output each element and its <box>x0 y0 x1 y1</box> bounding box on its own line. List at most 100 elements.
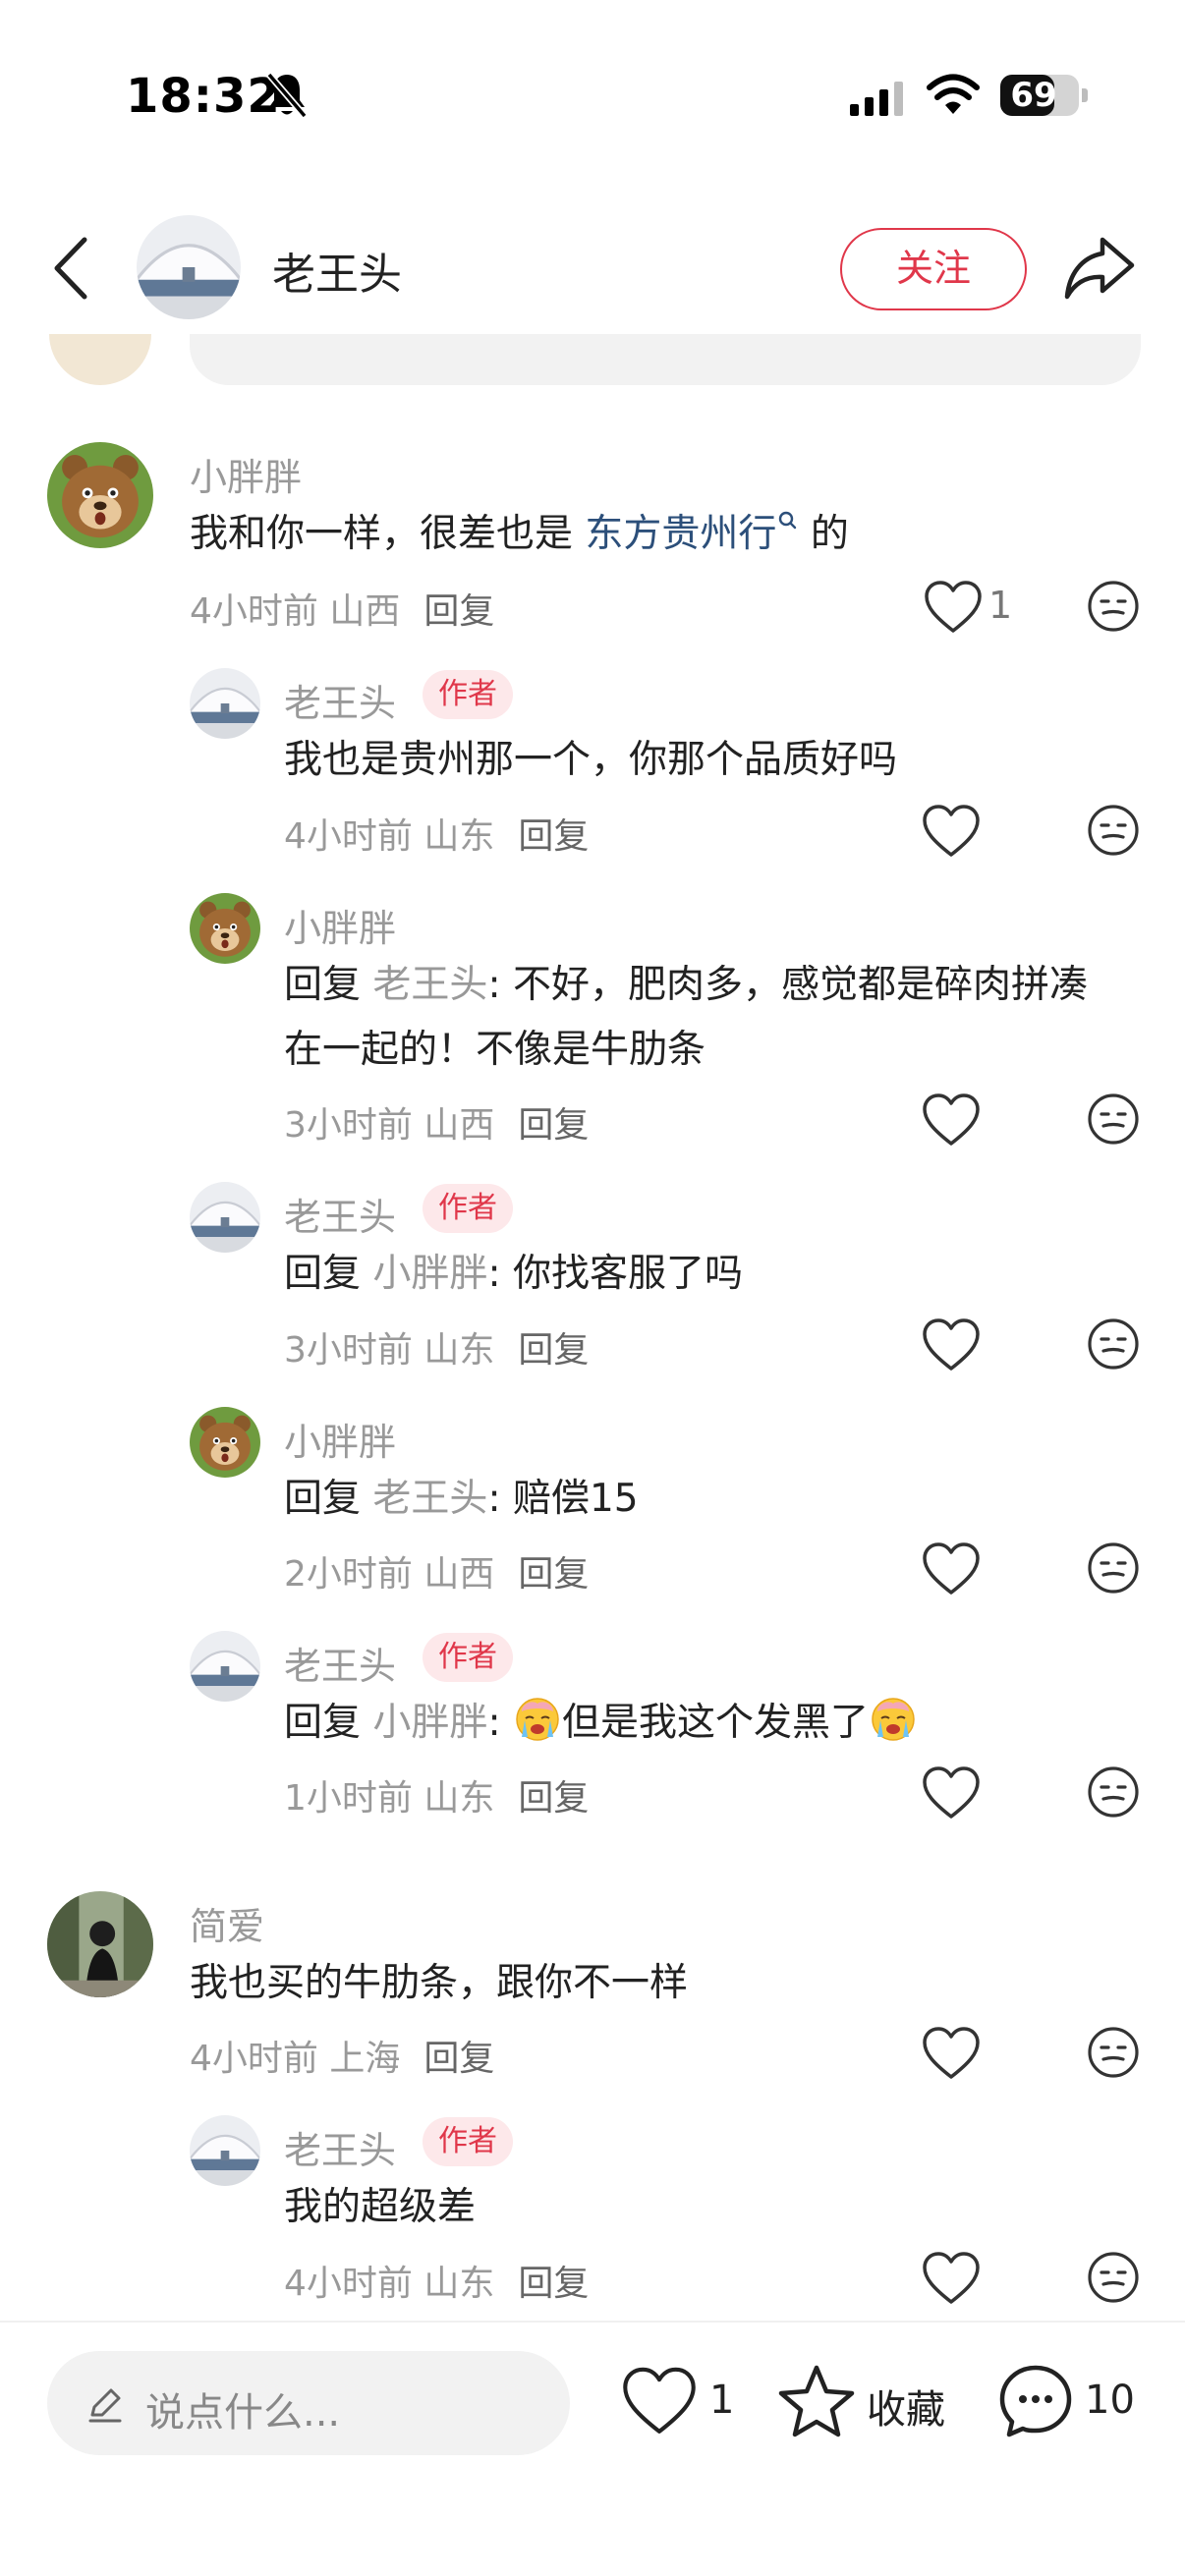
comment-text: 我和你一样，很差也是 东方贵州行 的 <box>190 502 849 567</box>
reply-to-user[interactable]: 老王头 <box>372 963 487 1007</box>
author-badge: 作者 <box>423 670 513 719</box>
emoji-icon[interactable] <box>1087 1765 1140 1819</box>
comment-text: 我也买的牛肋条，跟你不一样 <box>190 1961 689 2005</box>
star-icon[interactable] <box>777 2363 856 2439</box>
emoji-icon[interactable] <box>1087 804 1140 857</box>
emoji-icon[interactable] <box>1087 1317 1140 1371</box>
reply-username[interactable]: 老王头 <box>284 2120 396 2174</box>
emoji-icon[interactable] <box>1087 580 1140 633</box>
battery-level: 69 <box>1010 76 1057 115</box>
reply-button[interactable]: 回复 <box>518 1554 589 1595</box>
author-name[interactable]: 老王头 <box>272 239 402 302</box>
pencil-icon <box>88 2388 122 2423</box>
collect-button[interactable]: 收藏 <box>867 2378 945 2435</box>
avatar[interactable] <box>190 1182 260 1253</box>
reply-time: 1小时前 山东 <box>284 1778 495 1819</box>
reply-prefix: 回复 <box>284 1701 362 1745</box>
author-badge: 作者 <box>423 2117 513 2166</box>
comment-text-part: 我和你一样，很差也是 <box>190 512 586 556</box>
comment-input-placeholder: 说点什么... <box>145 2390 341 2436</box>
reply-button[interactable]: 回复 <box>518 816 589 857</box>
heart-icon[interactable] <box>922 2251 981 2306</box>
reply-text: 我的超级差 <box>284 2185 477 2229</box>
heart-icon[interactable] <box>922 1317 981 1372</box>
emoji-icon[interactable] <box>1087 2026 1140 2079</box>
reply-button[interactable]: 回复 <box>423 2039 494 2079</box>
comment-meta: 4小时前 上海 回复 <box>190 2030 494 2081</box>
product-link-text[interactable]: 东方贵州行 <box>585 512 776 556</box>
battery-icon: 69 <box>1000 75 1088 116</box>
reply-to-user[interactable]: 小胖胖 <box>372 1701 487 1745</box>
heart-icon[interactable] <box>924 580 983 635</box>
status-time: 18:32 <box>126 69 281 124</box>
avatar[interactable] <box>190 668 260 739</box>
reply-meta: 4小时前 山东 回复 <box>284 808 589 859</box>
reply-prefix: 回复 <box>284 1252 362 1296</box>
follow-button[interactable]: 关注 <box>840 228 1027 310</box>
avatar[interactable] <box>190 1407 260 1478</box>
emoji-icon[interactable] <box>1087 2251 1140 2304</box>
heart-icon[interactable] <box>922 1765 981 1820</box>
reply-text: 回复 老王头: 不好，肥肉多，感觉都是碎肉拼凑 在一起的！不像是牛肋条 <box>284 953 1088 1083</box>
wifi-icon <box>927 74 980 114</box>
product-link[interactable]: 东方贵州行 <box>585 511 798 556</box>
avatar[interactable] <box>47 1891 153 1997</box>
reply-to-user[interactable]: 小胖胖 <box>372 1252 487 1296</box>
reply-meta: 2小时前 山西 回复 <box>284 1545 589 1596</box>
reply-button[interactable]: 回复 <box>518 2264 589 2304</box>
avatar[interactable] <box>190 2115 260 2186</box>
reply-button[interactable]: 回复 <box>518 1778 589 1819</box>
author-badge: 作者 <box>423 1184 513 1233</box>
crying-emoji-icon <box>513 1694 562 1743</box>
reply-time: 3小时前 山西 <box>284 1105 495 1146</box>
reply-username[interactable]: 小胖胖 <box>284 898 396 952</box>
heart-icon[interactable] <box>922 1541 981 1596</box>
reply-text: 回复 小胖胖: 你找客服了吗 <box>284 1242 743 1307</box>
reply-username[interactable]: 小胖胖 <box>284 1412 396 1466</box>
reply-time: 2小时前 山西 <box>284 1554 495 1595</box>
heart-icon[interactable] <box>922 1092 981 1148</box>
emoji-icon[interactable] <box>1087 1092 1140 1146</box>
heart-icon[interactable] <box>621 2366 698 2436</box>
bell-slash-icon <box>266 72 308 119</box>
reply-button[interactable]: 回复 <box>518 1105 589 1146</box>
like-count: 1 <box>988 584 1013 627</box>
comment-text-part: 的 <box>798 512 849 556</box>
reply-button[interactable]: 回复 <box>423 591 494 632</box>
reply-meta: 1小时前 山东 回复 <box>284 1769 589 1820</box>
avatar[interactable] <box>190 893 260 964</box>
avatar[interactable] <box>47 442 153 548</box>
avatar[interactable] <box>190 1631 260 1702</box>
share-icon[interactable] <box>1063 234 1136 301</box>
back-icon[interactable] <box>47 234 96 303</box>
comment-username[interactable]: 简爱 <box>190 1896 264 1950</box>
search-link-icon <box>779 511 797 530</box>
comment-username[interactable]: 小胖胖 <box>190 447 302 501</box>
reply-time: 3小时前 山东 <box>284 1330 495 1371</box>
comment-time: 4小时前 山西 <box>190 591 401 632</box>
heart-icon[interactable] <box>922 804 981 859</box>
comment-count: 10 <box>1085 2378 1135 2423</box>
emoji-icon[interactable] <box>1087 1541 1140 1595</box>
reply-text-part: 但是我这个发黑了 <box>561 1701 869 1745</box>
reply-username[interactable]: 老王头 <box>284 1636 396 1690</box>
reply-button[interactable]: 回复 <box>518 1330 589 1371</box>
reply-text-line: 回复 老王头: 不好，肥肉多，感觉都是碎肉拼凑 <box>284 953 1088 1018</box>
reply-prefix: 回复 <box>284 963 362 1007</box>
comment-time: 4小时前 上海 <box>190 2039 401 2079</box>
post-like-count: 1 <box>709 2378 735 2423</box>
author-avatar[interactable] <box>137 215 241 319</box>
reply-to-user[interactable]: 老王头 <box>372 1477 487 1521</box>
crying-emoji-icon <box>869 1694 918 1743</box>
reply-text-part: : 赔偿15 <box>487 1477 639 1521</box>
comment-input[interactable]: 说点什么... <box>47 2351 570 2455</box>
reply-prefix: 回复 <box>284 1477 362 1521</box>
bottom-divider <box>0 2321 1185 2323</box>
author-badge: 作者 <box>423 1633 513 1682</box>
reply-username[interactable]: 老王头 <box>284 673 396 727</box>
comment-meta: 4小时前 山西 回复 <box>190 583 494 634</box>
heart-icon[interactable] <box>922 2026 981 2081</box>
reply-username[interactable]: 老王头 <box>284 1187 396 1241</box>
avatar <box>49 334 151 385</box>
comment-icon[interactable] <box>997 2363 1074 2439</box>
